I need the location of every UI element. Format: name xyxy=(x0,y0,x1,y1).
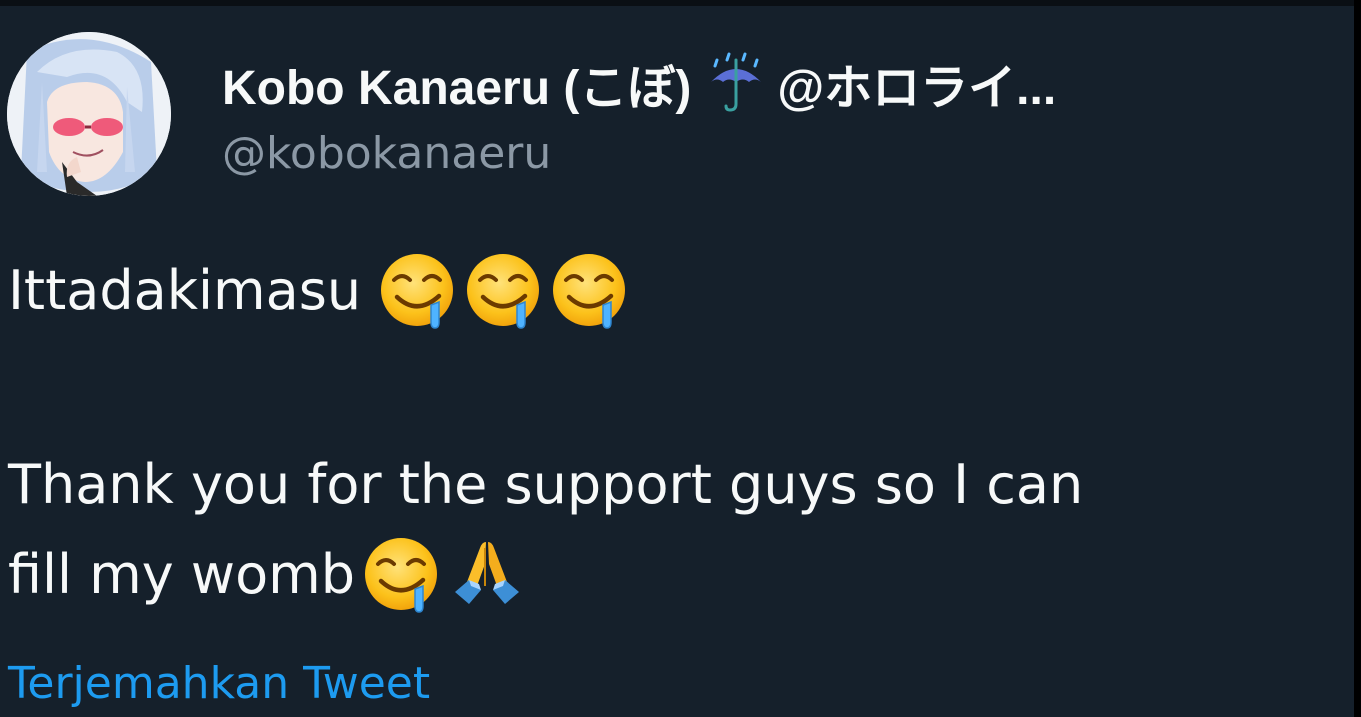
folded-hands-emoji-icon xyxy=(447,534,527,614)
tweet-card: Kobo Kanaeru (こぼ) @ホロライ... @kobokanaeru … xyxy=(0,0,1354,717)
avatar[interactable] xyxy=(7,32,171,196)
display-name[interactable]: Kobo Kanaeru (こぼ) xyxy=(222,48,691,118)
tweet-text-line-2: Thank you for the support guys so I can xyxy=(8,444,1083,524)
tweet-text-line-1: Ittadakimasu xyxy=(8,250,629,330)
tweet-text-line-3: fill my womb xyxy=(8,534,527,614)
tweet-text: Ittadakimasu xyxy=(8,258,362,322)
drooling-face-emoji-icon xyxy=(361,534,441,614)
tweet-text: Thank you for the support guys so I can xyxy=(8,452,1084,516)
tweet-text: fill my womb xyxy=(8,542,355,606)
drooling-face-emoji-icon xyxy=(549,250,629,330)
drooling-face-emoji-icon xyxy=(377,250,457,330)
username-handle[interactable]: @kobokanaeru xyxy=(222,128,551,179)
author-name-line[interactable]: Kobo Kanaeru (こぼ) @ホロライ... xyxy=(222,50,1056,116)
affiliation-handle[interactable]: @ホロライ... xyxy=(777,48,1056,118)
translate-tweet-link[interactable]: Terjemahkan Tweet xyxy=(8,658,430,709)
drooling-face-emoji-icon xyxy=(463,250,543,330)
umbrella-with-rain-icon xyxy=(705,52,767,114)
avatar-anime-girl-icon xyxy=(7,32,171,196)
